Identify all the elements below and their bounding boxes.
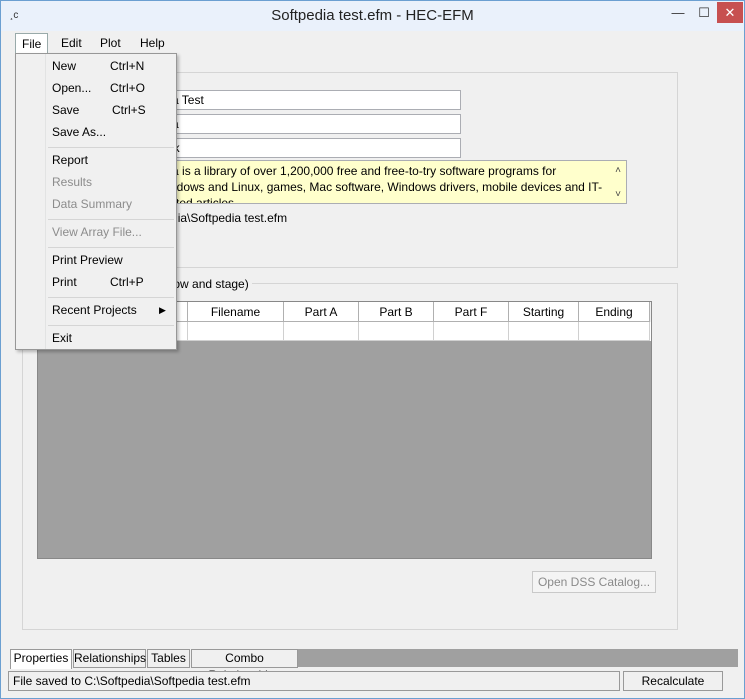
menu-item-open[interactable]: Open... Ctrl+O (18, 77, 174, 99)
title-bar[interactable]: ¸c Softpedia test.efm - HEC-EFM — ☐ ✕ (1, 1, 744, 31)
grid-cell[interactable] (434, 322, 509, 341)
menu-item-print-preview[interactable]: Print Preview (18, 249, 174, 271)
menu-help[interactable]: Help (134, 33, 171, 53)
menu-item-new[interactable]: New Ctrl+N (18, 55, 174, 77)
menu-item-label: View Array File... (52, 225, 142, 239)
tab-combo-relationships[interactable]: Combo Relationships (191, 649, 298, 682)
menu-item-recent-projects[interactable]: Recent Projects ▶ (18, 299, 174, 321)
minimize-button[interactable]: — (665, 2, 691, 23)
grid-cell[interactable] (359, 322, 434, 341)
window-title: Softpedia test.efm - HEC-EFM (271, 7, 474, 24)
grid-header-part-f[interactable]: Part F (434, 302, 509, 322)
menu-item-label: Results (52, 175, 93, 189)
grid-cell[interactable] (188, 322, 284, 341)
menu-separator (48, 297, 174, 298)
menu-item-shortcut: Ctrl+O (110, 81, 146, 95)
close-button[interactable]: ✕ (717, 2, 743, 23)
grid-cell[interactable] (509, 322, 579, 341)
menu-plot[interactable]: Plot (94, 33, 127, 53)
status-bar: File saved to C:\Softpedia\Softpedia tes… (1, 670, 744, 698)
menu-bar: File Edit Plot Help (1, 33, 744, 53)
scroll-down-icon[interactable]: ˅ (613, 187, 623, 203)
menu-item-label: Recent Projects (52, 303, 137, 317)
menu-edit[interactable]: Edit (55, 33, 88, 53)
menu-separator (48, 219, 174, 220)
scroll-up-icon[interactable]: ˄ (613, 163, 623, 179)
menu-file[interactable]: File (15, 33, 49, 53)
menu-item-label: Print (52, 275, 77, 289)
grid-header-ending[interactable]: Ending (579, 302, 650, 322)
tab-relationships[interactable]: Relationships (73, 649, 146, 668)
location-field[interactable]: York (151, 138, 461, 158)
menu-item-view-array-file: View Array File... (18, 221, 174, 243)
description-field[interactable]: edia is a library of over 1,200,000 free… (151, 160, 627, 204)
menu-item-label: Data Summary (52, 197, 133, 211)
grid-header-starting[interactable]: Starting (509, 302, 579, 322)
menu-item-exit[interactable]: Exit (18, 327, 174, 349)
grid-cell[interactable] (579, 322, 650, 341)
description-text: edia is a library of over 1,200,000 free… (156, 164, 603, 204)
app-window: ¸c Softpedia test.efm - HEC-EFM — ☐ ✕ Fi… (0, 0, 745, 699)
menu-item-label: Print Preview (52, 253, 123, 267)
maximize-button[interactable]: ☐ (691, 2, 717, 23)
menu-separator (48, 147, 174, 148)
menu-item-results: Results (18, 171, 174, 193)
grid-header-part-a[interactable]: Part A (284, 302, 359, 322)
analyst-field[interactable]: edia (151, 114, 461, 134)
project-name-field[interactable]: edia Test (151, 90, 461, 110)
menu-item-label: Open... (52, 81, 92, 95)
menu-separator (48, 247, 174, 248)
menu-item-shortcut: Ctrl+S (112, 103, 146, 117)
open-dss-catalog-button[interactable]: Open DSS Catalog... (532, 571, 656, 593)
menu-item-label: Save As... (52, 125, 107, 139)
menu-item-print[interactable]: Print Ctrl+P (18, 271, 174, 293)
tab-tables[interactable]: Tables (147, 649, 190, 668)
recalculate-button[interactable]: Recalculate (623, 671, 723, 691)
menu-item-report[interactable]: Report (18, 149, 174, 171)
grid-cell[interactable] (284, 322, 359, 341)
grid-header-part-b[interactable]: Part B (359, 302, 434, 322)
menu-item-shortcut: Ctrl+P (110, 275, 144, 289)
menu-item-save-as[interactable]: Save As... (18, 121, 174, 143)
menu-item-label: Save (52, 103, 80, 117)
menu-item-label: Exit (52, 331, 73, 345)
status-message: File saved to C:\Softpedia\Softpedia tes… (8, 671, 620, 691)
tab-properties[interactable]: Properties (10, 649, 72, 669)
menu-separator (48, 325, 174, 326)
menu-item-label: Report (52, 153, 89, 167)
menu-item-save[interactable]: Save Ctrl+S (18, 99, 174, 121)
submenu-arrow-icon: ▶ (159, 305, 166, 315)
tab-strip: Properties Relationships Tables Combo Re… (10, 649, 738, 682)
menu-item-label: New (52, 59, 77, 73)
file-menu-dropdown: New Ctrl+N Open... Ctrl+O Save Ctrl+S Sa… (15, 53, 177, 350)
menu-item-data-summary: Data Summary (18, 193, 174, 215)
menu-item-shortcut: Ctrl+N (110, 59, 145, 73)
tab-strip-background (298, 649, 738, 667)
grid-header-filename[interactable]: Filename (188, 302, 284, 322)
